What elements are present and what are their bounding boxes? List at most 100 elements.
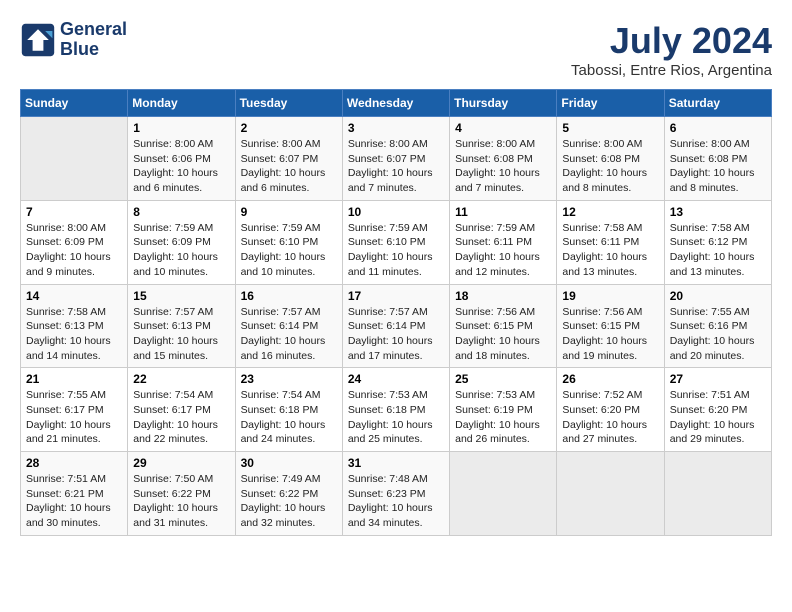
day-cell: 21 Sunrise: 7:55 AMSunset: 6:17 PMDayligh… — [21, 368, 128, 452]
day-number: 6 — [670, 121, 766, 135]
day-info: Sunrise: 7:58 AMSunset: 6:11 PMDaylight:… — [562, 221, 658, 280]
header: General Blue July 2024 Tabossi, Entre Ri… — [20, 20, 772, 79]
day-number: 18 — [455, 289, 551, 303]
day-number: 15 — [133, 289, 229, 303]
day-cell: 31Sunrise: 7:48 AMSunset: 6:23 PMDayligh… — [342, 452, 449, 536]
day-cell: 13 Sunrise: 7:58 AMSunset: 6:12 PMDayligh… — [664, 200, 771, 284]
day-cell: 18 Sunrise: 7:56 AMSunset: 6:15 PMDayligh… — [450, 284, 557, 368]
day-info: Sunrise: 7:59 AMSunset: 6:09 PMDaylight:… — [133, 221, 229, 280]
day-info: Sunrise: 8:00 AMSunset: 6:08 PMDaylight:… — [455, 137, 551, 196]
day-cell: 14 Sunrise: 7:58 AMSunset: 6:13 PMDayligh… — [21, 284, 128, 368]
day-info: Sunrise: 8:00 AMSunset: 6:07 PMDaylight:… — [348, 137, 444, 196]
day-info: Sunrise: 7:57 AMSunset: 6:14 PMDaylight:… — [348, 305, 444, 364]
day-info: Sunrise: 7:54 AMSunset: 6:17 PMDaylight:… — [133, 388, 229, 447]
day-info: Sunrise: 8:00 AMSunset: 6:08 PMDaylight:… — [670, 137, 766, 196]
day-cell: 3 Sunrise: 8:00 AMSunset: 6:07 PMDaylight… — [342, 117, 449, 201]
day-info: Sunrise: 7:54 AMSunset: 6:18 PMDaylight:… — [241, 388, 337, 447]
day-info: Sunrise: 8:00 AMSunset: 6:08 PMDaylight:… — [562, 137, 658, 196]
day-number: 4 — [455, 121, 551, 135]
day-cell — [664, 452, 771, 536]
week-row-4: 21 Sunrise: 7:55 AMSunset: 6:17 PMDayligh… — [21, 368, 772, 452]
day-cell: 1 Sunrise: 8:00 AMSunset: 6:06 PMDaylight… — [128, 117, 235, 201]
day-number: 16 — [241, 289, 337, 303]
day-number: 8 — [133, 205, 229, 219]
week-row-3: 14 Sunrise: 7:58 AMSunset: 6:13 PMDayligh… — [21, 284, 772, 368]
day-cell: 20 Sunrise: 7:55 AMSunset: 6:16 PMDayligh… — [664, 284, 771, 368]
header-cell-wednesday: Wednesday — [342, 90, 449, 117]
calendar-table: SundayMondayTuesdayWednesdayThursdayFrid… — [20, 89, 772, 536]
day-number: 13 — [670, 205, 766, 219]
day-cell: 9Sunrise: 7:59 AMSunset: 6:10 PMDaylight… — [235, 200, 342, 284]
day-cell: 29Sunrise: 7:50 AMSunset: 6:22 PMDayligh… — [128, 452, 235, 536]
day-number: 26 — [562, 372, 658, 386]
month-title: July 2024 — [571, 20, 772, 62]
day-number: 25 — [455, 372, 551, 386]
logo-text: General Blue — [60, 20, 127, 60]
day-cell: 26 Sunrise: 7:52 AMSunset: 6:20 PMDayligh… — [557, 368, 664, 452]
location-title: Tabossi, Entre Rios, Argentina — [571, 62, 772, 79]
header-cell-tuesday: Tuesday — [235, 90, 342, 117]
day-number: 9 — [241, 205, 337, 219]
week-row-1: 1 Sunrise: 8:00 AMSunset: 6:06 PMDaylight… — [21, 117, 772, 201]
day-cell: 4 Sunrise: 8:00 AMSunset: 6:08 PMDaylight… — [450, 117, 557, 201]
day-cell: 12Sunrise: 7:58 AMSunset: 6:11 PMDayligh… — [557, 200, 664, 284]
day-number: 21 — [26, 372, 122, 386]
day-cell: 28Sunrise: 7:51 AMSunset: 6:21 PMDayligh… — [21, 452, 128, 536]
logo: General Blue — [20, 20, 127, 60]
calendar-body: 1 Sunrise: 8:00 AMSunset: 6:06 PMDaylight… — [21, 117, 772, 536]
day-info: Sunrise: 7:57 AMSunset: 6:14 PMDaylight:… — [241, 305, 337, 364]
header-cell-monday: Monday — [128, 90, 235, 117]
day-cell: 23Sunrise: 7:54 AMSunset: 6:18 PMDayligh… — [235, 368, 342, 452]
day-info: Sunrise: 7:55 AMSunset: 6:17 PMDaylight:… — [26, 388, 122, 447]
day-number: 22 — [133, 372, 229, 386]
day-number: 3 — [348, 121, 444, 135]
day-cell — [21, 117, 128, 201]
day-info: Sunrise: 7:59 AMSunset: 6:10 PMDaylight:… — [348, 221, 444, 280]
day-info: Sunrise: 8:00 AMSunset: 6:06 PMDaylight:… — [133, 137, 229, 196]
day-info: Sunrise: 7:49 AMSunset: 6:22 PMDaylight:… — [241, 472, 337, 531]
day-number: 10 — [348, 205, 444, 219]
day-cell: 10 Sunrise: 7:59 AMSunset: 6:10 PMDayligh… — [342, 200, 449, 284]
day-info: Sunrise: 7:58 AMSunset: 6:12 PMDaylight:… — [670, 221, 766, 280]
day-info: Sunrise: 7:51 AMSunset: 6:20 PMDaylight:… — [670, 388, 766, 447]
day-number: 27 — [670, 372, 766, 386]
day-cell: 11 Sunrise: 7:59 AMSunset: 6:11 PMDayligh… — [450, 200, 557, 284]
day-number: 17 — [348, 289, 444, 303]
day-number: 24 — [348, 372, 444, 386]
day-cell: 5 Sunrise: 8:00 AMSunset: 6:08 PMDaylight… — [557, 117, 664, 201]
day-info: Sunrise: 7:57 AMSunset: 6:13 PMDaylight:… — [133, 305, 229, 364]
day-number: 2 — [241, 121, 337, 135]
day-cell: 24 Sunrise: 7:53 AMSunset: 6:18 PMDayligh… — [342, 368, 449, 452]
day-number: 14 — [26, 289, 122, 303]
header-cell-sunday: Sunday — [21, 90, 128, 117]
logo-line1: General — [60, 20, 127, 40]
day-cell: 16 Sunrise: 7:57 AMSunset: 6:14 PMDayligh… — [235, 284, 342, 368]
header-cell-friday: Friday — [557, 90, 664, 117]
day-cell — [557, 452, 664, 536]
day-number: 1 — [133, 121, 229, 135]
day-info: Sunrise: 7:52 AMSunset: 6:20 PMDaylight:… — [562, 388, 658, 447]
logo-icon — [20, 22, 56, 58]
day-cell: 7Sunrise: 8:00 AMSunset: 6:09 PMDaylight… — [21, 200, 128, 284]
day-number: 20 — [670, 289, 766, 303]
header-row: SundayMondayTuesdayWednesdayThursdayFrid… — [21, 90, 772, 117]
day-info: Sunrise: 7:56 AMSunset: 6:15 PMDaylight:… — [562, 305, 658, 364]
day-info: Sunrise: 7:55 AMSunset: 6:16 PMDaylight:… — [670, 305, 766, 364]
day-info: Sunrise: 7:56 AMSunset: 6:15 PMDaylight:… — [455, 305, 551, 364]
week-row-5: 28Sunrise: 7:51 AMSunset: 6:21 PMDayligh… — [21, 452, 772, 536]
day-cell: 30Sunrise: 7:49 AMSunset: 6:22 PMDayligh… — [235, 452, 342, 536]
header-cell-thursday: Thursday — [450, 90, 557, 117]
day-number: 5 — [562, 121, 658, 135]
day-info: Sunrise: 7:50 AMSunset: 6:22 PMDaylight:… — [133, 472, 229, 531]
day-info: Sunrise: 8:00 AMSunset: 6:09 PMDaylight:… — [26, 221, 122, 280]
day-cell: 6 Sunrise: 8:00 AMSunset: 6:08 PMDaylight… — [664, 117, 771, 201]
day-number: 11 — [455, 205, 551, 219]
day-info: Sunrise: 7:58 AMSunset: 6:13 PMDaylight:… — [26, 305, 122, 364]
day-number: 28 — [26, 456, 122, 470]
day-cell: 22 Sunrise: 7:54 AMSunset: 6:17 PMDayligh… — [128, 368, 235, 452]
day-info: Sunrise: 7:48 AMSunset: 6:23 PMDaylight:… — [348, 472, 444, 531]
day-cell — [450, 452, 557, 536]
day-info: Sunrise: 7:59 AMSunset: 6:11 PMDaylight:… — [455, 221, 551, 280]
day-cell: 15 Sunrise: 7:57 AMSunset: 6:13 PMDayligh… — [128, 284, 235, 368]
day-info: Sunrise: 7:53 AMSunset: 6:18 PMDaylight:… — [348, 388, 444, 447]
